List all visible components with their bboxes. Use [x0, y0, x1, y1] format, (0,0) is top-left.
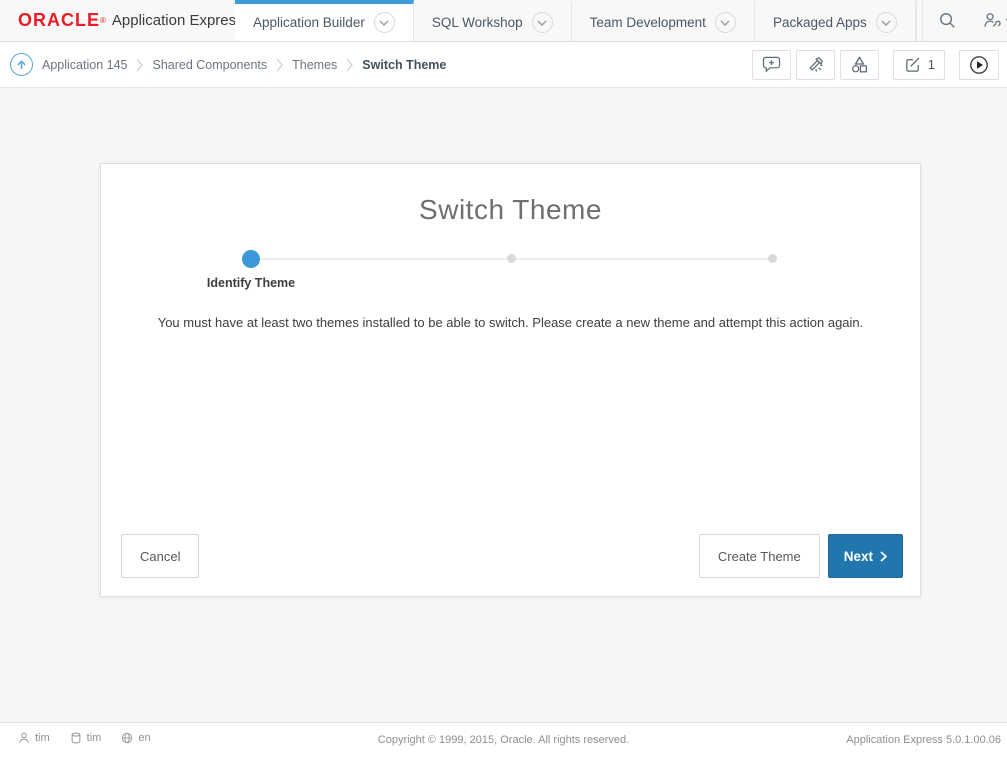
- product-name: Application Express: [112, 12, 244, 29]
- oracle-brand-text: ORACLE: [18, 10, 100, 31]
- search-button[interactable]: [923, 0, 973, 41]
- wizard-step-1-dot: [242, 250, 260, 268]
- up-level-button[interactable]: [10, 53, 33, 76]
- wizard-action-buttons: Create Theme Next: [699, 534, 903, 578]
- advisor-flashlight-button[interactable]: [796, 50, 835, 80]
- breadcrumb: Application 145 Shared Components Themes…: [42, 58, 446, 72]
- user-wrench-icon: [982, 11, 1001, 30]
- page-footer: tim tim en Copyright © 1999, 2015, Oracl…: [0, 722, 1007, 778]
- tab-label: Team Development: [590, 15, 706, 30]
- feedback-button[interactable]: [752, 50, 791, 80]
- edit-page-number: 1: [928, 57, 935, 72]
- version-text: Application Express 5.0.1.00.06: [846, 734, 1001, 746]
- tab-team-development[interactable]: Team Development: [572, 0, 755, 41]
- run-application-button[interactable]: [959, 50, 999, 80]
- breadcrumb-item-switch-theme: Switch Theme: [362, 58, 446, 72]
- registered-mark: ®: [100, 16, 106, 26]
- breadcrumb-separator-icon: [346, 58, 353, 72]
- tab-application-builder[interactable]: Application Builder: [235, 0, 414, 41]
- top-navigation-bar: ORACLE® Application Express Application …: [0, 0, 1007, 42]
- tab-sql-workshop[interactable]: SQL Workshop: [414, 0, 572, 41]
- arrow-up-icon: [16, 59, 27, 71]
- tab-packaged-apps[interactable]: Packaged Apps: [755, 0, 916, 41]
- wizard-step-2-dot: [507, 254, 516, 263]
- next-button[interactable]: Next: [828, 534, 903, 578]
- wizard-step-3-dot: [768, 254, 777, 263]
- create-theme-button[interactable]: Create Theme: [699, 534, 820, 578]
- feedback-comment-icon: [762, 56, 781, 73]
- breadcrumb-separator-icon: [276, 58, 283, 72]
- edit-page-button[interactable]: 1: [893, 50, 945, 80]
- wizard-step-1-label: Identify Theme: [207, 276, 295, 290]
- breadcrumb-bar: Application 145 Shared Components Themes…: [0, 42, 1007, 88]
- topbar-utility-icons: ?: [916, 0, 1007, 41]
- next-button-label: Next: [844, 549, 873, 564]
- chevron-down-icon[interactable]: [532, 12, 553, 33]
- oracle-logo: ORACLE® Application Express: [0, 0, 235, 41]
- shared-components-button[interactable]: [840, 50, 879, 80]
- tab-label: Packaged Apps: [773, 15, 867, 30]
- shapes-icon: [850, 55, 869, 74]
- breadcrumb-separator-icon: [136, 58, 143, 72]
- administration-menu-button[interactable]: [973, 0, 1007, 41]
- chevron-right-icon: [880, 551, 887, 562]
- play-icon: [969, 55, 989, 75]
- chevron-down-icon[interactable]: [374, 12, 395, 33]
- edit-pencil-icon: [903, 55, 922, 74]
- chevron-down-icon[interactable]: [876, 12, 897, 33]
- search-icon: [938, 11, 957, 30]
- tab-label: SQL Workshop: [432, 15, 523, 30]
- chevron-down-icon[interactable]: [715, 12, 736, 33]
- breadcrumb-item-application[interactable]: Application 145: [42, 58, 127, 72]
- page-toolbar: 1: [752, 50, 999, 80]
- breadcrumb-item-shared-components[interactable]: Shared Components: [152, 58, 267, 72]
- wizard-message: You must have at least two themes instal…: [101, 314, 920, 332]
- page-title: Switch Theme: [101, 194, 920, 226]
- cancel-button[interactable]: Cancel: [121, 534, 199, 578]
- switch-theme-wizard-card: Switch Theme Identify Theme You must hav…: [100, 163, 921, 597]
- flashlight-icon: [806, 55, 825, 74]
- tab-label: Application Builder: [253, 15, 365, 30]
- breadcrumb-item-themes[interactable]: Themes: [292, 58, 337, 72]
